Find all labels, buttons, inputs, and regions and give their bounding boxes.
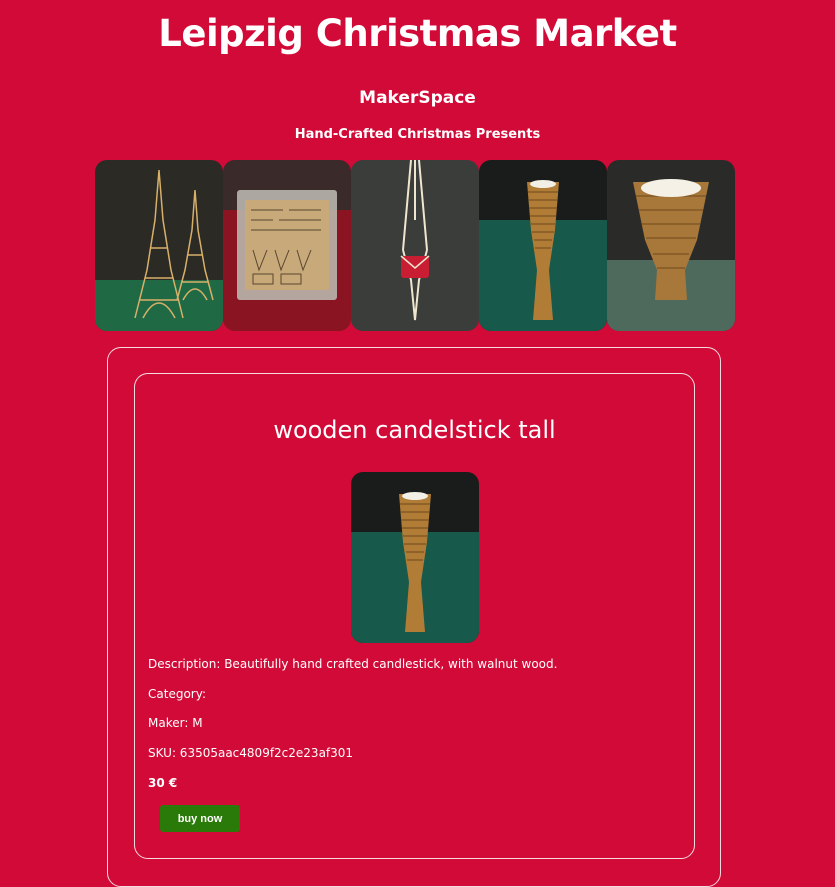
product-description: Description: Beautifully hand crafted ca… (148, 657, 558, 671)
site-subtitle: MakerSpace (359, 88, 476, 108)
tealight-holder-image (607, 160, 735, 331)
site-title: Leipzig Christmas Market (158, 12, 677, 55)
gallery-item-tealight-holder[interactable] (607, 160, 735, 331)
product-maker: Maker: M (148, 716, 203, 730)
gallery-item-laser-cut-sheet[interactable] (223, 160, 351, 331)
gallery-item-tall-candlestick[interactable] (479, 160, 607, 331)
product-price: 30 € (148, 776, 178, 790)
gallery-item-eiffel-towers[interactable] (95, 160, 223, 331)
tall-candlestick-image (351, 472, 479, 643)
buy-now-button[interactable]: buy now (160, 805, 240, 832)
tall-candlestick-image (479, 160, 607, 331)
gallery-item-macrame-hanger[interactable] (351, 160, 479, 331)
product-category: Category: (148, 687, 206, 701)
product-title: wooden candelstick tall (273, 416, 556, 444)
product-sku: SKU: 63505aac4809f2c2e23af301 (148, 746, 354, 760)
product-gallery (95, 160, 735, 331)
product-image (351, 472, 479, 643)
laser-cut-sheet-image (223, 160, 351, 331)
site-tagline: Hand-Crafted Christmas Presents (294, 127, 541, 142)
eiffel-tower-models-image (95, 160, 223, 331)
macrame-hanger-image (351, 160, 479, 331)
